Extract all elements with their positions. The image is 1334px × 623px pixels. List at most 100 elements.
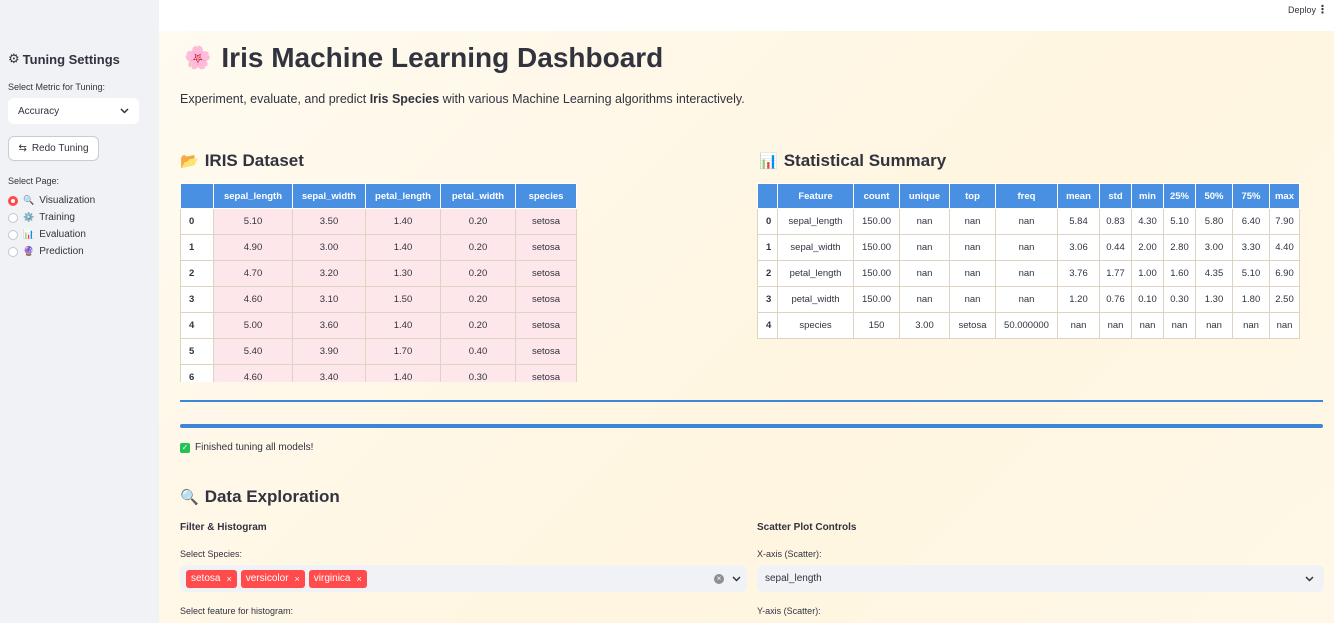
species-multiselect[interactable]: setosa × versicolor × virginica × × xyxy=(180,565,747,592)
stats-dataframe[interactable]: Feature count unique top freq mean std min 25% 50… xyxy=(757,183,1313,341)
species-tag-label: versicolor xyxy=(245,573,289,584)
stats-table: Feature count unique top freq mean std min 25% 50… xyxy=(757,183,1300,339)
table-cell: 1.50 xyxy=(365,286,441,313)
remove-tag-icon[interactable]: × xyxy=(226,574,231,584)
table-cell: 5.00 xyxy=(213,312,293,339)
iris-table: sepal_length sepal_width petal_length petal… xyxy=(180,183,577,382)
column-header[interactable] xyxy=(757,183,778,209)
column-header[interactable] xyxy=(180,183,214,209)
progress-bar xyxy=(180,424,1323,428)
table-cell: 150.00 xyxy=(853,208,900,235)
table-cell: nan xyxy=(949,260,996,287)
row-index: 3 xyxy=(757,286,778,313)
page-radio-label: Evaluation xyxy=(39,229,86,240)
table-cell: 2.00 xyxy=(1131,234,1164,261)
radio-button[interactable] xyxy=(8,229,18,240)
column-header[interactable]: petal_width xyxy=(440,183,516,209)
column-header[interactable]: 25% xyxy=(1163,183,1196,209)
sidebar-title-text: Tuning Settings xyxy=(22,51,120,67)
column-header[interactable]: 50% xyxy=(1195,183,1233,209)
stats-heading-text: Statistical Summary xyxy=(783,151,947,170)
table-cell: 150.00 xyxy=(853,286,900,313)
table-cell: 4.35 xyxy=(1195,260,1233,287)
table-cell: 50.000000 xyxy=(995,312,1058,339)
top-bar: Deploy ⋮ xyxy=(159,0,1334,31)
row-index: 0 xyxy=(180,208,214,235)
radio-button[interactable] xyxy=(8,212,18,223)
column-header[interactable]: min xyxy=(1131,183,1164,209)
column-header[interactable]: Feature xyxy=(777,183,854,209)
table-row: 3 petal_width 150.00 nan nan nan 1.20 0.76 0.10 0… xyxy=(757,286,1300,313)
redo-icon: ⇆ xyxy=(18,143,27,154)
dataset-heading-text: IRIS Dataset xyxy=(204,151,304,170)
iris-dataframe[interactable]: sepal_length sepal_width petal_length petal… xyxy=(180,183,578,382)
row-index: 2 xyxy=(757,260,778,287)
table-cell: 5.10 xyxy=(213,208,293,235)
table-cell: 3.30 xyxy=(1232,234,1270,261)
deploy-button[interactable]: Deploy xyxy=(1288,5,1316,15)
column-header[interactable]: unique xyxy=(899,183,950,209)
table-cell: 1.30 xyxy=(365,260,441,287)
table-cell: 1.40 xyxy=(365,312,441,339)
column-header[interactable]: sepal_width xyxy=(292,183,366,209)
species-tag[interactable]: virginica × xyxy=(308,569,367,588)
remove-tag-icon[interactable]: × xyxy=(356,574,361,584)
table-cell: 1.40 xyxy=(365,234,441,261)
redo-tuning-button[interactable]: ⇆ Redo Tuning xyxy=(8,136,99,161)
folder-icon: 📂 xyxy=(180,153,199,170)
page-radio-3[interactable]: 🔮 Prediction xyxy=(8,246,84,257)
chevron-down-icon[interactable] xyxy=(732,575,741,582)
radio-button[interactable] xyxy=(8,195,18,206)
subtitle-text-end: with various Machine Learning algorithms… xyxy=(439,92,745,106)
column-header[interactable]: top xyxy=(949,183,996,209)
page-label: Select Page: xyxy=(8,176,60,186)
table-cell: 5.80 xyxy=(1195,208,1233,235)
column-header[interactable]: freq xyxy=(995,183,1058,209)
table-cell: nan xyxy=(995,260,1058,287)
xaxis-select[interactable]: sepal_length xyxy=(757,565,1324,592)
menu-icon[interactable]: ⋮ xyxy=(1317,3,1328,16)
species-tag[interactable]: versicolor × xyxy=(240,569,305,588)
gear-icon: ⚙ xyxy=(8,51,20,66)
checkmark-icon: ✓ xyxy=(180,442,190,453)
table-row: 4 species 150 3.00 setosa 50.000000 nan nan nan n… xyxy=(757,312,1300,339)
species-tag[interactable]: setosa × xyxy=(186,569,237,588)
page-radio-0[interactable]: 🔍 Visualization xyxy=(8,195,95,206)
metric-select[interactable]: Accuracy xyxy=(8,98,139,124)
page-radio-1[interactable]: ⚙️ Training xyxy=(8,212,75,223)
table-cell: 3.00 xyxy=(899,312,950,339)
table-row: 0 5.10 3.50 1.40 0.20 setosa xyxy=(180,208,577,235)
remove-tag-icon[interactable]: × xyxy=(295,574,300,584)
page-radio-2[interactable]: 📊 Evaluation xyxy=(8,229,86,240)
table-cell: 1.70 xyxy=(365,338,441,365)
row-index: 2 xyxy=(180,260,214,287)
table-cell: 3.50 xyxy=(292,208,366,235)
column-header[interactable]: species xyxy=(515,183,577,209)
redo-tuning-label: Redo Tuning xyxy=(31,143,89,154)
column-header[interactable]: count xyxy=(853,183,900,209)
species-label: Select Species: xyxy=(180,549,243,559)
species-tags: setosa × versicolor × virginica × xyxy=(186,569,367,588)
table-cell: 5.10 xyxy=(1163,208,1196,235)
table-cell: 0.20 xyxy=(440,260,516,287)
clear-icon[interactable]: × xyxy=(714,573,724,584)
column-header[interactable]: sepal_length xyxy=(213,183,293,209)
subtitle-text: Experiment, evaluate, and predict xyxy=(180,92,370,106)
radio-button[interactable] xyxy=(8,246,18,257)
row-index: 3 xyxy=(180,286,214,313)
column-header[interactable]: petal_length xyxy=(365,183,441,209)
status-text: Finished tuning all models! xyxy=(195,442,314,453)
column-header[interactable]: std xyxy=(1099,183,1132,209)
table-cell: 0.44 xyxy=(1099,234,1132,261)
table-cell: setosa xyxy=(515,364,577,382)
table-cell: 6.40 xyxy=(1232,208,1270,235)
column-header[interactable]: mean xyxy=(1057,183,1100,209)
table-cell: nan xyxy=(899,286,950,313)
row-index: 4 xyxy=(757,312,778,339)
table-cell: 2.50 xyxy=(1269,286,1300,313)
exploration-heading-text: Data Exploration xyxy=(204,487,340,506)
column-header[interactable]: max xyxy=(1269,183,1300,209)
column-header[interactable]: 75% xyxy=(1232,183,1270,209)
table-cell: nan xyxy=(1099,312,1132,339)
table-cell: 0.20 xyxy=(440,312,516,339)
